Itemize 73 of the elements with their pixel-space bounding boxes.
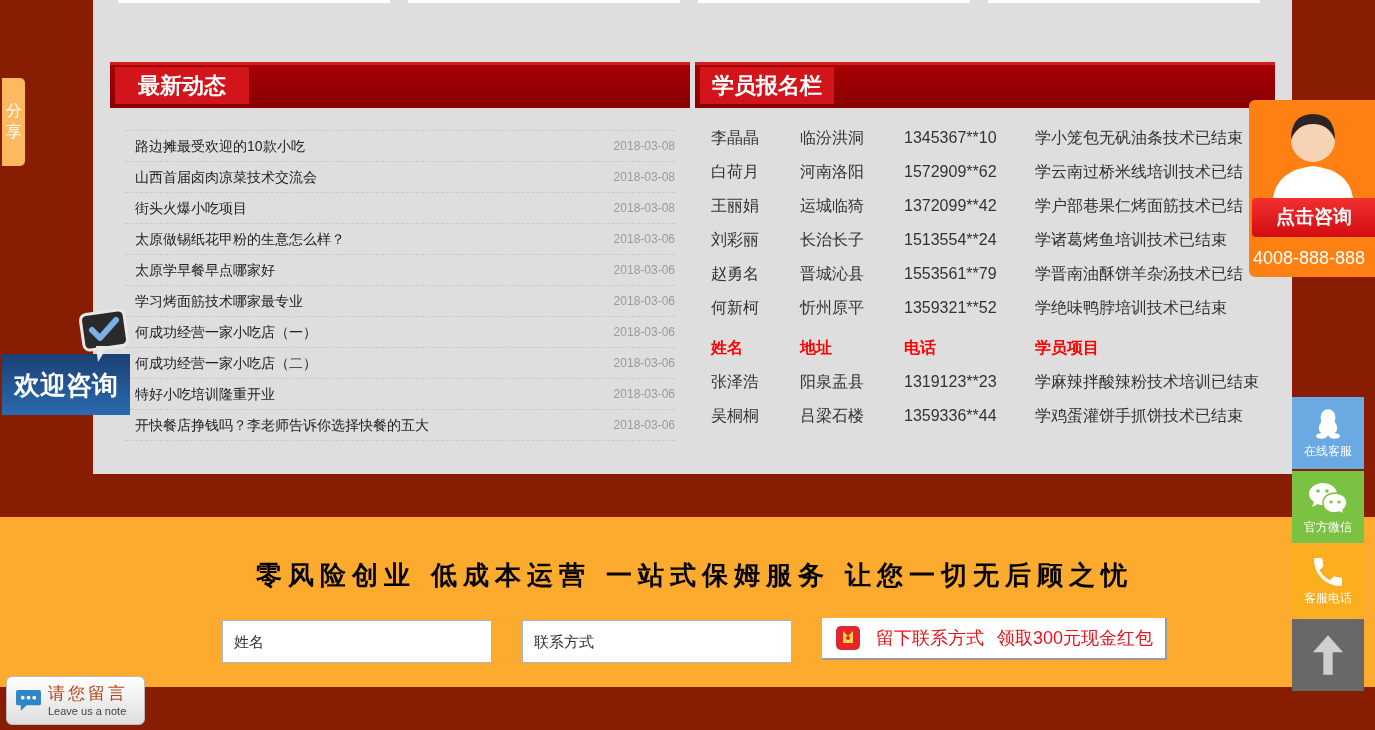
news-date: 2018-03-06 — [613, 293, 675, 310]
news-date: 2018-03-08 — [613, 200, 675, 217]
project-cell-text: 学鸡蛋灌饼手抓饼技术已结束 — [1035, 406, 1243, 426]
news-date: 2018-03-06 — [613, 417, 675, 434]
news-link[interactable]: 街头火爆小吃项目 — [135, 197, 247, 219]
address-cell-text: 晋城沁县 — [800, 264, 864, 284]
news-date: 2018-03-06 — [613, 386, 675, 403]
name-cell-text: 张泽浩 — [711, 372, 759, 392]
name-cell-text: 李晶晶 — [711, 128, 759, 148]
project-cell-text: 学麻辣拌酸辣粉技术培训已结束 — [1035, 372, 1259, 392]
up-arrow-icon — [1313, 635, 1343, 675]
project-cell-text: 学小笼包无矾油条技术已结束 — [1035, 128, 1243, 148]
address-cell-text: 运城临猗 — [800, 196, 864, 216]
envelope-icon — [836, 626, 860, 650]
penguin-icon — [1315, 409, 1341, 439]
phone-cell-text: 1319123**23 — [904, 372, 997, 392]
project-cell-text: 学晋南油酥饼羊杂汤技术已结 — [1035, 264, 1243, 284]
project-cell-text: 学绝味鸭脖培训技术已结束 — [1035, 298, 1227, 318]
address-cell-text: 河南洛阳 — [800, 162, 864, 182]
news-link[interactable]: 开快餐店挣钱吗？李老师告诉你选择快餐的五大 — [135, 414, 429, 436]
news-link[interactable]: 何成功经营一家小吃店（二） — [135, 352, 317, 374]
address-cell-text: 吕梁石楼 — [800, 406, 864, 426]
address-cell-text: 忻州原平 — [800, 298, 864, 318]
news-date: 2018-03-08 — [613, 169, 675, 186]
news-link[interactable]: 太原做锡纸花甲粉的生意怎么样？ — [135, 228, 345, 250]
name-cell-text: 王丽娟 — [711, 196, 759, 216]
welcome-consult-button[interactable]: 欢迎咨询 — [2, 354, 130, 415]
claim-bonus-button[interactable]: 留下联系方式 领取300元现金红包 — [822, 618, 1167, 660]
phone-cell-text: 1572909**62 — [904, 162, 997, 182]
phone-cell-text: 1513554**24 — [904, 230, 997, 250]
consult-button[interactable]: 点击咨询 — [1252, 198, 1375, 237]
name-cell-text: 白荷月 — [711, 162, 759, 182]
news-date: 2018-03-06 — [613, 262, 675, 279]
phone-cell-text: 1359321**52 — [904, 298, 997, 318]
chat-bubbles-icon — [1308, 481, 1348, 515]
phone-icon — [1314, 558, 1342, 586]
address-cell-text: 长治长子 — [800, 230, 864, 250]
slogan: 零风险创业 低成本运营 一站式保姆服务 让您一切无后顾之忧 — [255, 559, 1134, 592]
address-cell-text: 临汾洪洞 — [800, 128, 864, 148]
phone-cell-text: 1359336**44 — [904, 406, 997, 426]
news-link[interactable]: 太原学早餐早点哪家好 — [135, 259, 275, 281]
name-cell-text: 何新柯 — [711, 298, 759, 318]
leave-note-button[interactable]: 请您留言 Leave us a note — [6, 676, 145, 725]
news-link[interactable]: 山西首届卤肉凉菜技术交流会 — [135, 166, 317, 188]
phone-cell-text: 1345367**10 — [904, 128, 997, 148]
column-header: 姓名 — [711, 338, 743, 358]
hotline-number: 4008-888-888 — [1252, 249, 1367, 267]
news-date: 2018-03-06 — [613, 231, 675, 248]
news-link[interactable]: 路边摊最受欢迎的10款小吃 — [135, 135, 305, 157]
name-cell-text: 赵勇名 — [711, 264, 759, 284]
back-to-top-button[interactable] — [1292, 619, 1364, 691]
name-cell-text: 刘彩丽 — [711, 230, 759, 250]
news-link[interactable]: 特好小吃培训隆重开业 — [135, 383, 275, 405]
section-title: 学员报名栏 — [700, 67, 834, 104]
phone-cell-text: 1553561**79 — [904, 264, 997, 284]
news-link[interactable]: 何成功经营一家小吃店（一） — [135, 321, 317, 343]
news-date: 2018-03-06 — [613, 355, 675, 372]
project-cell-text: 学诸葛烤鱼培训技术已结束 — [1035, 230, 1227, 250]
news-link[interactable]: 学习烤面筋技术哪家最专业 — [135, 290, 303, 312]
news-date: 2018-03-08 — [613, 138, 675, 155]
news-date: 2018-03-06 — [613, 324, 675, 341]
project-cell-text: 学户部巷果仁烤面筋技术已结 — [1035, 196, 1243, 216]
column-header: 学员项目 — [1035, 338, 1099, 358]
address-cell-text: 阳泉盂县 — [800, 372, 864, 392]
chat-bubble-icon — [15, 689, 42, 712]
name-cell-text: 吴桐桐 — [711, 406, 759, 426]
project-cell-text: 学云南过桥米线培训技术已结 — [1035, 162, 1243, 182]
column-header: 地址 — [800, 338, 832, 358]
phone-cell-text: 1372099**42 — [904, 196, 997, 216]
section-title: 最新动态 — [115, 67, 249, 104]
contact-field[interactable]: 联系方式 — [522, 620, 792, 663]
column-header: 电话 — [904, 338, 936, 358]
name-field[interactable]: 姓名 — [222, 620, 492, 663]
